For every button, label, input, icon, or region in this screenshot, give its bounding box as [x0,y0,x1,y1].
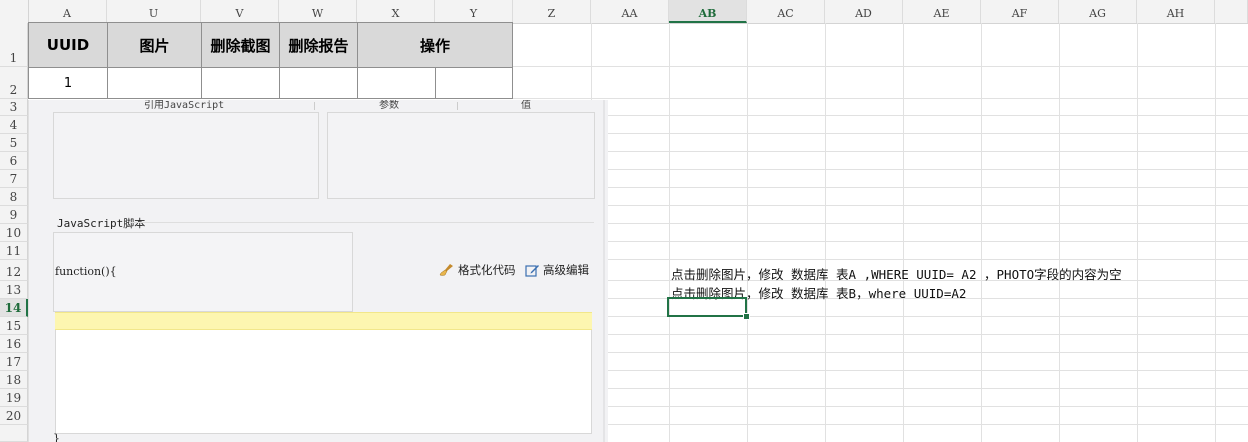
cell-image[interactable] [107,67,202,99]
row-header-15[interactable]: 15 [0,317,28,335]
column-header-ag[interactable]: AG [1059,0,1137,23]
row-header-9[interactable]: 9 [0,206,28,224]
js-script-label: JavaScript脚本 [57,217,146,230]
row-header-2[interactable]: 2 [0,67,28,99]
format-code-button[interactable]: 格式化代码 [439,262,516,278]
grid-line [1059,23,1060,442]
advanced-edit-label: 高级编辑 [543,263,589,277]
column-header-ad[interactable]: AD [825,0,903,23]
reference-js-list[interactable] [53,112,319,199]
column-header-ae[interactable]: AE [903,0,981,23]
cell-uuid[interactable]: 1 [28,67,108,99]
row-header-8[interactable]: 8 [0,188,28,206]
edit-icon [525,265,539,277]
row-header-6[interactable]: 6 [0,152,28,170]
params-list[interactable] [327,112,595,199]
embedded-script-dialog-image: 引用JavaScript 参数 值 JavaScript脚本 function(… [28,100,608,442]
row-header-18[interactable]: 18 [0,371,28,389]
column-header-af[interactable]: AF [981,0,1059,23]
row-header-11[interactable]: 11 [0,242,28,260]
section-rule [129,222,594,223]
row-header-12[interactable]: 12 [0,260,28,281]
grid-line [825,23,826,442]
row-header-20[interactable]: 20 [0,407,28,425]
broom-icon [439,264,453,276]
row-header-19[interactable]: 19 [0,389,28,407]
spreadsheet: A U V W X Y Z AA AB AC AD AE AF AG AH 1 … [0,0,1248,442]
header-image[interactable]: 图片 [107,22,202,68]
active-cell-ab14[interactable] [667,297,747,317]
column-header-partial[interactable] [1215,0,1248,23]
row-header-partial[interactable] [0,425,28,442]
grid-line [669,23,670,442]
label-value: 值 [521,100,531,111]
column-header-ab[interactable]: AB [669,0,747,23]
column-header-aa[interactable]: AA [591,0,669,23]
grid-line [1215,23,1216,442]
panel-edge [603,100,605,442]
column-header-u[interactable]: U [107,0,201,23]
select-all-corner[interactable] [0,0,29,23]
row-header-14[interactable]: 14 [0,299,28,317]
header-delete-report[interactable]: 删除报告 [279,22,358,68]
grid-line [981,23,982,442]
column-header-x[interactable]: X [357,0,435,23]
cell-operation-1[interactable] [357,67,436,99]
row-header-13[interactable]: 13 [0,281,28,299]
cell-delete-screenshot[interactable] [201,67,280,99]
label-params: 参数 [379,100,399,111]
row-header-1[interactable]: 1 [0,23,28,67]
column-header-w[interactable]: W [279,0,357,23]
row-header-3[interactable]: 3 [0,99,28,116]
grid-line [903,23,904,442]
row-header-4[interactable]: 4 [0,116,28,134]
grid-line [1137,23,1138,442]
grid-line [747,23,748,442]
code-editor[interactable] [55,312,592,434]
row-header-16[interactable]: 16 [0,335,28,353]
advanced-edit-button[interactable]: 高级编辑 [525,262,589,278]
dialog-column-labels: 引用JavaScript 参数 值 [29,100,608,111]
row-header-10[interactable]: 10 [0,224,28,242]
column-header-z[interactable]: Z [513,0,591,23]
row-header-5[interactable]: 5 [0,134,28,152]
header-uuid[interactable]: UUID [28,22,108,68]
function-close-brace: } [53,432,60,442]
header-operation[interactable]: 操作 [357,22,513,68]
label-reference-js: 引用JavaScript [144,100,225,111]
divider [314,102,315,110]
column-header-ah[interactable]: AH [1137,0,1215,23]
function-signature: function(){ [55,265,117,278]
row-header-17[interactable]: 17 [0,353,28,371]
fill-handle[interactable] [743,313,750,320]
column-header-a[interactable]: A [28,0,107,23]
column-header-v[interactable]: V [201,0,279,23]
column-header-ac[interactable]: AC [747,0,825,23]
note-line-1[interactable]: 点击删除图片，修改 数据库 表A ,WHERE UUID= A2 ，PHOTO字… [671,264,1122,283]
cell-delete-report[interactable] [279,67,358,99]
column-header-y[interactable]: Y [435,0,513,23]
cell-operation-2[interactable] [435,67,513,99]
format-code-label: 格式化代码 [458,263,516,277]
current-line-highlight [55,312,592,330]
header-delete-screenshot[interactable]: 删除截图 [201,22,280,68]
row-header-7[interactable]: 7 [0,170,28,188]
divider [457,102,458,110]
